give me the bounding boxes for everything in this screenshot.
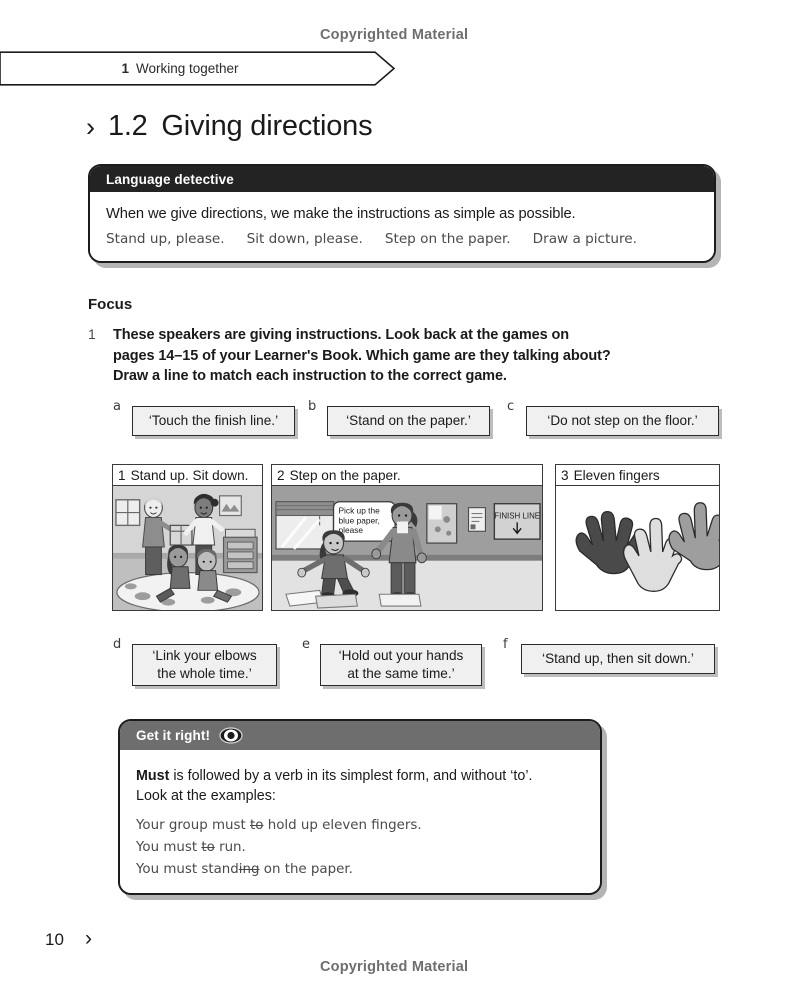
quote-line-2: at the same time.’ — [347, 666, 455, 681]
quote-label-c: c — [507, 399, 515, 414]
page-chevron-icon: › — [85, 927, 92, 950]
rule-line-2: Look at the examples: — [136, 787, 276, 804]
copyright-notice-bottom: Copyrighted Material — [320, 959, 469, 975]
paper-sheet — [378, 593, 422, 607]
example-phrase: Draw a picture. — [532, 231, 637, 247]
step-on-paper-illustration: FINISH LINE Pick up the blue paper, plea… — [272, 486, 542, 610]
get-it-right-box: Get it right! Must is followed by a verb… — [118, 719, 607, 900]
quote-label-d: d — [113, 637, 122, 652]
paper-sheet — [315, 593, 359, 609]
panel-2-number: 2 — [277, 467, 285, 483]
classroom-scene-illustration — [113, 486, 262, 610]
panel-1-number: 1 — [118, 467, 126, 483]
unit-number: 1.2 — [108, 110, 148, 142]
example-phrase: Sit down, please. — [246, 231, 363, 247]
copyright-notice-top: Copyrighted Material — [320, 27, 469, 43]
page-number: 10 — [45, 930, 64, 949]
language-detective-bar: Language detective — [90, 166, 714, 192]
panel-3-number: 3 — [561, 467, 569, 483]
get-it-right-rule: Must is followed by a verb in its simple… — [136, 767, 584, 806]
task-line: pages 14–15 of your Learner's Book. Whic… — [113, 347, 611, 364]
quote-label-b: b — [308, 399, 317, 414]
panel-2-caption: 2 Step on the paper. — [272, 465, 542, 486]
language-detective-lead: When we give directions, we make the ins… — [106, 206, 576, 222]
quote-box-d[interactable]: ‘Link your elbows the whole time.’ — [132, 644, 277, 686]
example-sentence: You must to run. — [136, 840, 246, 856]
chapter-tab: 1 Working together — [0, 51, 396, 86]
quote-box-f[interactable]: ‘Stand up, then sit down.’ — [521, 644, 715, 674]
focus-heading: Focus — [88, 296, 133, 313]
task-1: 1 These speakers are giving instructions… — [88, 325, 688, 387]
quote-line-2: the whole time.’ — [157, 666, 252, 681]
example-phrase: Step on the paper. — [384, 231, 511, 247]
example-sentence: You must standing on the paper. — [136, 861, 353, 877]
get-it-right-bar: Get it right! — [120, 721, 600, 750]
task-line: These speakers are giving instructions. … — [113, 327, 570, 343]
language-detective-examples: Stand up, please. Sit down, please. Step… — [106, 231, 698, 247]
picture-panel-1: 1 Stand up. Sit down. — [112, 464, 263, 611]
textbook-page: Copyrighted Material 1 Working together … — [0, 0, 800, 1003]
panel-2-caption-text: Step on the paper. — [289, 467, 401, 483]
quote-box-e[interactable]: ‘Hold out your hands at the same time.’ — [320, 644, 482, 686]
chapter-number: 1 — [121, 61, 129, 76]
panel-3-caption-text: Eleven fingers — [573, 467, 660, 483]
task-line: Draw a line to match each instruction to… — [113, 368, 507, 385]
picture-panel-2: 2 Step on the paper. FINISH LINE Pick up… — [271, 464, 543, 611]
chapter-title: Working together — [135, 61, 239, 76]
panel-3-artwork — [556, 486, 719, 610]
panel-1-caption: 1 Stand up. Sit down. — [113, 465, 262, 486]
rule-keyword: Must is followed by a verb in its simple… — [136, 768, 533, 784]
panel-2-artwork: FINISH LINE Pick up the blue paper, plea… — [272, 486, 542, 610]
speech-bubble-line-2: blue paper, — [339, 515, 380, 525]
language-detective-content: When we give directions, we make the ins… — [90, 192, 714, 261]
quote-box-c[interactable]: ‘Do not step on the floor.’ — [526, 406, 719, 436]
task-text: These speakers are giving instructions. … — [113, 325, 611, 387]
get-it-right-title: Get it right! — [136, 728, 211, 743]
box-body: Language detective When we give directio… — [88, 164, 716, 263]
unit-title: Giving directions — [161, 110, 373, 142]
quote-line-1: ‘Link your elbows — [152, 648, 257, 664]
get-it-right-content: Must is followed by a verb in its simple… — [120, 750, 600, 893]
quote-line-1: ‘Hold out your hands — [338, 648, 464, 664]
task-number: 1 — [88, 326, 96, 342]
quote-label-a: a — [113, 399, 121, 414]
unit-heading: › 1.2 Giving directions — [86, 110, 373, 143]
finish-line-sign-text: FINISH LINE — [494, 512, 540, 521]
quote-box-a[interactable]: ‘Touch the finish line.’ — [132, 406, 295, 436]
example-sentence: Your group must to hold up eleven finger… — [136, 818, 422, 834]
panel-1-caption-text: Stand up. Sit down. — [130, 467, 249, 483]
example-phrase: Stand up, please. — [106, 231, 225, 247]
quote-label-e: e — [302, 637, 310, 652]
panel-3-caption: 3 Eleven fingers — [556, 465, 719, 486]
picture-panel-3: 3 Eleven fingers — [555, 464, 720, 611]
quote-label-f: f — [503, 637, 508, 652]
box-body: Get it right! Must is followed by a verb… — [118, 719, 602, 895]
chapter-tab-label: 1 Working together — [0, 51, 360, 86]
language-detective-title: Language detective — [106, 171, 234, 187]
eye-icon — [219, 727, 243, 744]
quote-box-b[interactable]: ‘Stand on the paper.’ — [327, 406, 490, 436]
language-detective-box: Language detective When we give directio… — [88, 164, 721, 268]
eleven-fingers-illustration — [556, 486, 719, 610]
speech-bubble-line-1: Pick up the — [339, 506, 381, 516]
chevron-right-icon: › — [86, 112, 95, 142]
panel-1-artwork — [113, 486, 262, 610]
